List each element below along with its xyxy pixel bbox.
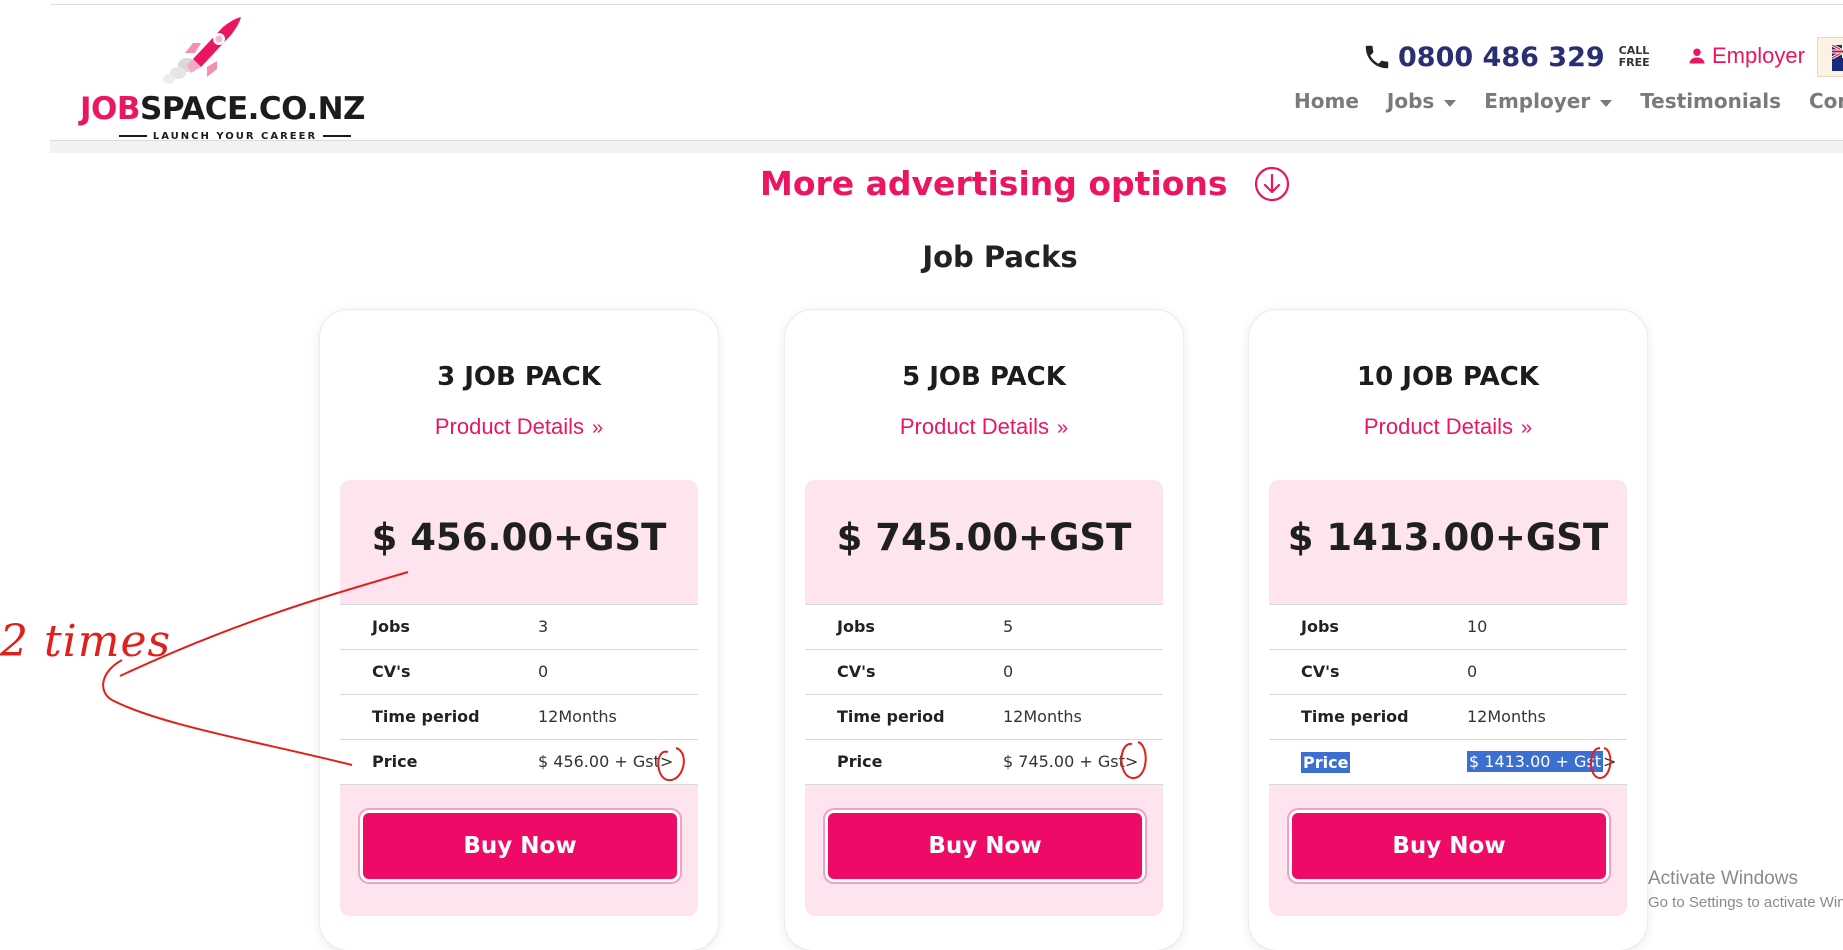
pack-title: 5 JOB PACK [902, 362, 1066, 392]
nav-jobs[interactable]: Jobs [1387, 89, 1457, 113]
spec-row-jobs: Jobs 10 [1269, 605, 1627, 650]
spec-row-cvs: CV's 0 [1269, 650, 1627, 695]
double-chevron-right-icon: » [1057, 417, 1069, 439]
user-icon [1689, 48, 1705, 64]
spec-row-price: Price $ 1413.00 + Gst > [1269, 740, 1627, 785]
phone-contact[interactable]: 0800 486 329 CALL FREE [1362, 39, 1659, 75]
employer-login-label: Employer [1712, 43, 1805, 68]
more-advertising-options[interactable]: More advertising options [760, 164, 1290, 203]
pack-price: $ 1413.00+GST [1287, 516, 1609, 559]
spec-row-time: Time period 12Months [1269, 695, 1627, 740]
pack-body: $ 1413.00+GST Jobs 10 CV's 0 Time period 12… [1269, 480, 1627, 916]
pack-spec-table: Jobs 3 CV's 0 Time period 12Months Price $ 4… [340, 604, 698, 785]
caret-down-icon [1600, 99, 1613, 107]
employer-login-link[interactable]: Employer [1688, 43, 1805, 69]
header-shadow-bar [50, 141, 1843, 153]
site-header: JOBSPACE.CO.NZ LAUNCH YOUR CAREER 0800 4… [50, 5, 1843, 142]
spec-row-price: Price $ 456.00 + Gst> [340, 740, 698, 785]
product-details-link[interactable]: Product Details» [320, 414, 718, 440]
caret-down-icon [1444, 99, 1457, 107]
more-options-label: More advertising options [760, 164, 1228, 203]
spec-row-jobs: Jobs 3 [340, 605, 698, 650]
spec-row-jobs: Jobs 5 [805, 605, 1163, 650]
buy-now-button[interactable]: Buy Now [360, 810, 680, 882]
pack-price: $ 456.00+GST [371, 516, 667, 559]
site-logo[interactable]: JOBSPACE.CO.NZ LAUNCH YOUR CAREER [65, 13, 366, 142]
windows-activation-watermark: Activate Windows Go to Settings to activ… [1648, 868, 1843, 911]
spec-row-time: Time period 12Months [340, 695, 698, 740]
spec-row-price: Price $ 745.00 + Gst> [805, 740, 1163, 785]
pack-title: 10 JOB PACK [1357, 362, 1539, 392]
pack-title: 3 JOB PACK [437, 362, 601, 392]
buy-now-button[interactable]: Buy Now [1289, 810, 1609, 882]
country-selector[interactable] [1817, 37, 1843, 77]
product-details-link[interactable]: Product Details» [785, 414, 1183, 440]
pack-body: $ 745.00+GST Jobs 5 CV's 0 Time period 12Mo… [805, 480, 1163, 916]
rocket-icon [163, 17, 241, 84]
job-pack-card: 3 JOB PACK Product Details» $ 456.00+GST… [320, 310, 718, 950]
spec-row-cvs: CV's 0 [805, 650, 1163, 695]
nav-testimonials[interactable]: Testimonials [1640, 89, 1781, 113]
buy-now-button[interactable]: Buy Now [825, 810, 1145, 882]
nz-flag-icon [1832, 45, 1843, 71]
double-chevron-right-icon: » [592, 417, 604, 439]
arrow-down-circle-icon[interactable] [1254, 166, 1290, 202]
nav-home[interactable]: Home [1294, 89, 1359, 113]
double-chevron-right-icon: » [1521, 417, 1533, 439]
phone-number[interactable]: 0800 486 329 [1398, 42, 1605, 73]
job-pack-card: 5 JOB PACK Product Details» $ 745.00+GST… [785, 310, 1183, 950]
pack-price: $ 745.00+GST [836, 516, 1132, 559]
nav-contact-us[interactable]: Contact Us [1809, 89, 1843, 113]
call-free-label: CALL FREE [1618, 44, 1650, 69]
phone-icon [1365, 45, 1389, 69]
logo-wordmark: JOBSPACE.CO.NZ [80, 91, 366, 127]
main-nav: Home Jobs Employer Testimonials Contact … [1294, 89, 1843, 113]
nav-employer[interactable]: Employer [1484, 89, 1613, 113]
pack-spec-table: Jobs 10 CV's 0 Time period 12Months Price $ … [1269, 604, 1627, 785]
section-title: Job Packs [922, 240, 1078, 274]
spec-row-time: Time period 12Months [805, 695, 1163, 740]
handwritten-annotation: 2 times [0, 616, 172, 667]
product-details-link[interactable]: Product Details» [1249, 414, 1647, 440]
pack-spec-table: Jobs 5 CV's 0 Time period 12Months Price $ 7… [805, 604, 1163, 785]
spec-row-cvs: CV's 0 [340, 650, 698, 695]
pack-body: $ 456.00+GST Jobs 3 CV's 0 Time period 12Mo… [340, 480, 698, 916]
job-pack-card: 10 JOB PACK Product Details» $ 1413.00+G… [1249, 310, 1647, 950]
